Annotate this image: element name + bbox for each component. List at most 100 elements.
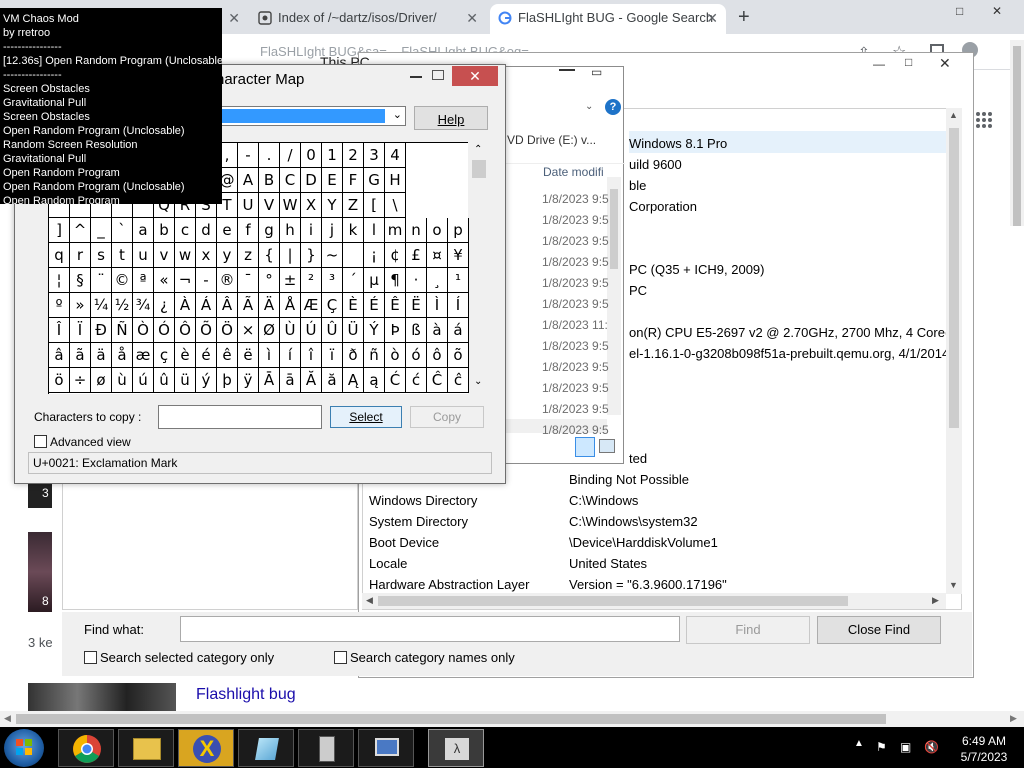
character-cell[interactable]: ā xyxy=(280,368,301,393)
character-cell[interactable]: Ç xyxy=(322,293,343,318)
character-cell[interactable]: t xyxy=(112,243,133,268)
character-cell[interactable]: ] xyxy=(49,218,70,243)
character-cell[interactable]: ý xyxy=(196,368,217,393)
character-cell[interactable]: ć xyxy=(406,368,427,393)
minimize-icon[interactable]: — xyxy=(873,57,885,71)
character-cell[interactable]: ð xyxy=(343,343,364,368)
find-what-input[interactable] xyxy=(180,616,680,642)
character-cell[interactable]: ą xyxy=(364,368,385,393)
character-cell[interactable]: â xyxy=(49,343,70,368)
large-icons-view-icon[interactable] xyxy=(599,439,615,453)
character-cell[interactable]: ^ xyxy=(70,218,91,243)
character-cell[interactable]: ê xyxy=(217,343,238,368)
character-cell[interactable]: § xyxy=(70,268,91,293)
character-cell[interactable]: x xyxy=(196,243,217,268)
taskbar-system-information[interactable] xyxy=(358,729,414,767)
character-cell[interactable]: ¬ xyxy=(175,268,196,293)
search-result-link[interactable]: Flashlight bug xyxy=(196,686,296,704)
character-cell[interactable]: Ą xyxy=(343,368,364,393)
select-button[interactable]: Select xyxy=(330,406,402,428)
character-cell[interactable]: « xyxy=(154,268,175,293)
character-cell[interactable]: w xyxy=(175,243,196,268)
character-cell[interactable]: ø xyxy=(91,368,112,393)
character-cell[interactable]: / xyxy=(280,143,301,168)
chevron-up-icon[interactable]: ⌃ xyxy=(474,144,482,155)
character-cell[interactable]: Ð xyxy=(91,318,112,343)
character-cell[interactable]: b xyxy=(154,218,175,243)
character-cell[interactable]: ¼ xyxy=(91,293,112,318)
character-cell[interactable]: ö xyxy=(49,368,70,393)
minimize-icon[interactable]: □ xyxy=(956,4,963,18)
checkbox-box[interactable] xyxy=(84,651,97,664)
character-cell[interactable]: Ă xyxy=(301,368,322,393)
character-cell[interactable]: ü xyxy=(175,368,196,393)
character-cell[interactable]: d xyxy=(196,218,217,243)
character-cell[interactable]: _ xyxy=(91,218,112,243)
volume-muted-icon[interactable]: 🔇 xyxy=(924,740,939,754)
character-cell[interactable]: F xyxy=(343,168,364,193)
close-icon[interactable]: ✕ xyxy=(939,55,951,72)
character-cell[interactable]: 4 xyxy=(385,143,406,168)
character-cell[interactable]: µ xyxy=(364,268,385,293)
close-icon[interactable]: ✕ xyxy=(992,4,1002,18)
character-cell[interactable]: Õ xyxy=(196,318,217,343)
taskbar-notepad[interactable] xyxy=(238,729,294,767)
character-cell[interactable]: E xyxy=(322,168,343,193)
character-cell[interactable]: ó xyxy=(406,343,427,368)
horizontal-scrollbar-thumb[interactable] xyxy=(16,714,886,724)
character-cell[interactable]: ¥ xyxy=(448,243,469,268)
character-cell[interactable]: ă xyxy=(322,368,343,393)
maximize-icon[interactable] xyxy=(432,70,444,80)
character-cell[interactable]: Ì xyxy=(427,293,448,318)
page-scrollbar-thumb[interactable] xyxy=(1013,46,1021,226)
character-cell[interactable]: Ā xyxy=(259,368,280,393)
chrome-tab-partial[interactable]: ✕ xyxy=(218,4,248,34)
help-icon[interactable]: ? xyxy=(605,99,621,115)
scroll-left-icon[interactable]: ◀ xyxy=(4,713,11,724)
close-icon[interactable]: ✕ xyxy=(452,66,498,86)
character-cell[interactable]: ú xyxy=(133,368,154,393)
character-cell[interactable]: ³ xyxy=(322,268,343,293)
character-cell[interactable]: û xyxy=(154,368,175,393)
taskbar-character-map[interactable]: λ xyxy=(428,729,484,767)
video-thumbnail[interactable]: 3 xyxy=(28,480,52,508)
character-cell[interactable]: 2 xyxy=(343,143,364,168)
character-cell[interactable]: ¡ xyxy=(364,243,385,268)
character-cell[interactable]: u xyxy=(133,243,154,268)
character-cell[interactable]: ĉ xyxy=(448,368,469,393)
character-cell[interactable]: 1 xyxy=(322,143,343,168)
character-cell[interactable]: Z xyxy=(343,193,364,218)
character-cell[interactable]: Ć xyxy=(385,368,406,393)
character-cell[interactable]: ï xyxy=(322,343,343,368)
character-cell[interactable]: ò xyxy=(385,343,406,368)
character-cell[interactable]: c xyxy=(175,218,196,243)
character-cell[interactable]: Ò xyxy=(133,318,154,343)
character-cell[interactable]: Æ xyxy=(301,293,322,318)
chevron-down-icon[interactable]: ⌄ xyxy=(393,108,402,121)
character-cell[interactable]: a xyxy=(133,218,154,243)
character-cell[interactable]: Ï xyxy=(70,318,91,343)
character-cell[interactable]: l xyxy=(364,218,385,243)
character-cell[interactable]: Í xyxy=(448,293,469,318)
taskbar-chaos-app[interactable]: X xyxy=(178,729,234,767)
explorer-file-list[interactable]: 1/8/2023 9:5 1/8/2023 9:5 1/8/2023 9:5 1… xyxy=(506,124,618,437)
character-cell[interactable]: q xyxy=(49,243,70,268)
details-view-icon[interactable] xyxy=(575,437,595,457)
character-cell[interactable]: ¶ xyxy=(385,268,406,293)
character-cell[interactable]: Î xyxy=(49,318,70,343)
character-cell[interactable]: î xyxy=(301,343,322,368)
character-cell[interactable]: Û xyxy=(322,318,343,343)
character-cell[interactable]: å xyxy=(112,343,133,368)
character-cell[interactable]: Ô xyxy=(175,318,196,343)
action-center-flag-icon[interactable]: ⚑ xyxy=(876,740,887,754)
character-cell[interactable]: - xyxy=(238,143,259,168)
summary-horizontal-scrollbar[interactable]: ◀ ▶ xyxy=(362,593,946,609)
character-cell[interactable]: ¿ xyxy=(154,293,175,318)
character-cell[interactable]: á xyxy=(448,318,469,343)
search-category-names-checkbox[interactable]: Search category names only xyxy=(334,650,515,665)
page-scrollbar[interactable] xyxy=(1010,40,1024,226)
characters-to-copy-input[interactable] xyxy=(158,405,322,429)
taskbar-explorer[interactable] xyxy=(118,729,174,767)
character-cell[interactable]: 0 xyxy=(301,143,322,168)
tab-close-icon[interactable]: ✕ xyxy=(706,4,718,32)
